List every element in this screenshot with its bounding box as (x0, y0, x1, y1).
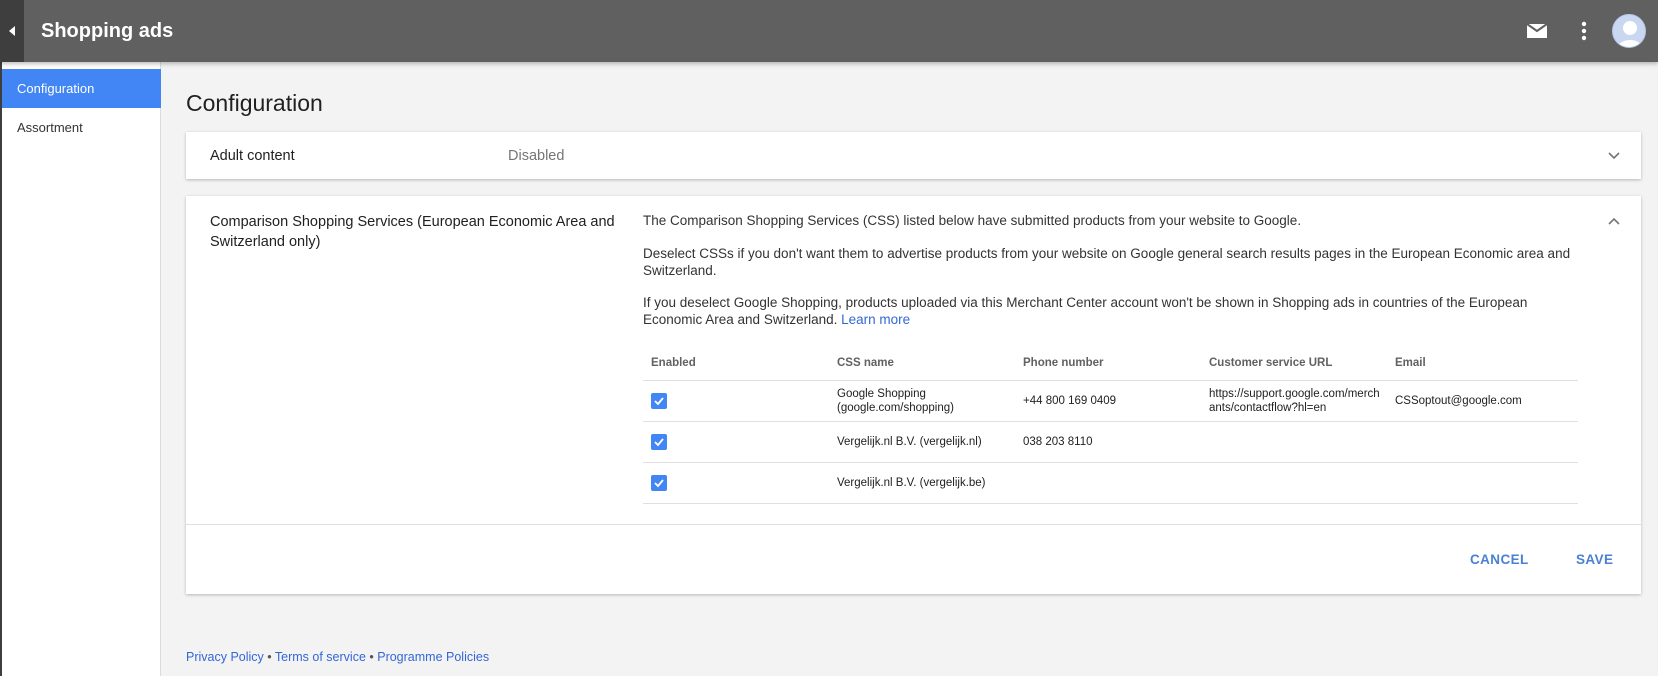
url-cell (1201, 421, 1387, 463)
top-app-bar: Shopping ads (0, 0, 1658, 62)
css-description-3-text: If you deselect Google Shopping, product… (643, 295, 1528, 327)
sidebar-item-assortment[interactable]: Assortment (0, 108, 161, 147)
enabled-checkbox[interactable] (651, 474, 667, 491)
email-cell (1387, 421, 1578, 463)
header-enabled: Enabled (643, 346, 829, 381)
table-row: Google Shopping (google.com/shopping) +4… (643, 380, 1578, 422)
table-row: Vergelijk.nl B.V. (vergelijk.nl) 038 203… (643, 421, 1578, 463)
learn-more-link[interactable]: Learn more (841, 312, 910, 327)
css-name-cell: Google Shopping (google.com/shopping) (829, 380, 1015, 422)
phone-cell: +44 800 169 0409 (1015, 380, 1201, 422)
css-description-2: Deselect CSSs if you don't want them to … (643, 246, 1571, 278)
url-cell: https://support.google.com/merchants/con… (1201, 380, 1387, 422)
table-row: Vergelijk.nl B.V. (vergelijk.be) (643, 462, 1578, 504)
css-section-card: Comparison Shopping Services (European E… (186, 196, 1641, 594)
save-button[interactable]: SAVE (1576, 551, 1613, 569)
back-arrow-icon[interactable] (0, 0, 24, 62)
header-customer-service-url: Customer service URL (1201, 346, 1387, 381)
programme-policies-link[interactable]: Programme Policies (377, 650, 489, 664)
enabled-checkbox[interactable] (651, 433, 667, 450)
email-cell (1387, 462, 1578, 504)
chevron-up-icon[interactable] (1604, 212, 1624, 232)
page-title: Configuration (186, 90, 323, 116)
footer-separator: • (263, 650, 275, 664)
left-edge-bar (0, 62, 2, 676)
avatar[interactable] (1612, 14, 1646, 48)
url-cell (1201, 462, 1387, 504)
header-phone-number: Phone number (1015, 346, 1201, 381)
phone-cell: 038 203 8110 (1015, 421, 1201, 463)
css-name-cell: Vergelijk.nl B.V. (vergelijk.nl) (829, 421, 1015, 463)
privacy-policy-link[interactable]: Privacy Policy (186, 650, 264, 664)
css-table: Enabled CSS name Phone number Customer s… (643, 346, 1578, 504)
chevron-down-icon[interactable] (1604, 145, 1624, 165)
css-section-label: Comparison Shopping Services (European E… (210, 214, 615, 250)
enabled-checkbox[interactable] (651, 392, 667, 409)
table-header-row: Enabled CSS name Phone number Customer s… (643, 346, 1578, 381)
card-divider (186, 524, 1641, 525)
app-title: Shopping ads (41, 20, 174, 42)
sidebar-item-configuration[interactable]: Configuration (0, 69, 161, 108)
css-description-3: If you deselect Google Shopping, product… (643, 294, 1583, 328)
adult-content-value: Disabled (508, 148, 565, 164)
header-email: Email (1387, 346, 1578, 381)
adult-content-label: Adult content (210, 148, 295, 164)
sidebar: Configuration Assortment (0, 62, 161, 676)
more-vert-icon[interactable] (1568, 15, 1600, 47)
adult-content-row[interactable]: Adult content Disabled (186, 132, 1641, 179)
css-name-cell: Vergelijk.nl B.V. (vergelijk.be) (829, 462, 1015, 504)
footer-separator: • (365, 650, 378, 664)
footer: Privacy Policy • Terms of service • Prog… (186, 649, 489, 665)
phone-cell (1015, 462, 1201, 504)
email-cell: CSSoptout@google.com (1387, 380, 1578, 422)
header-css-name: CSS name (829, 346, 1015, 381)
cancel-button[interactable]: CANCEL (1470, 551, 1529, 569)
mail-icon[interactable] (1521, 15, 1553, 47)
css-description-1: The Comparison Shopping Services (CSS) l… (643, 213, 1302, 228)
terms-of-service-link[interactable]: Terms of service (275, 650, 366, 664)
